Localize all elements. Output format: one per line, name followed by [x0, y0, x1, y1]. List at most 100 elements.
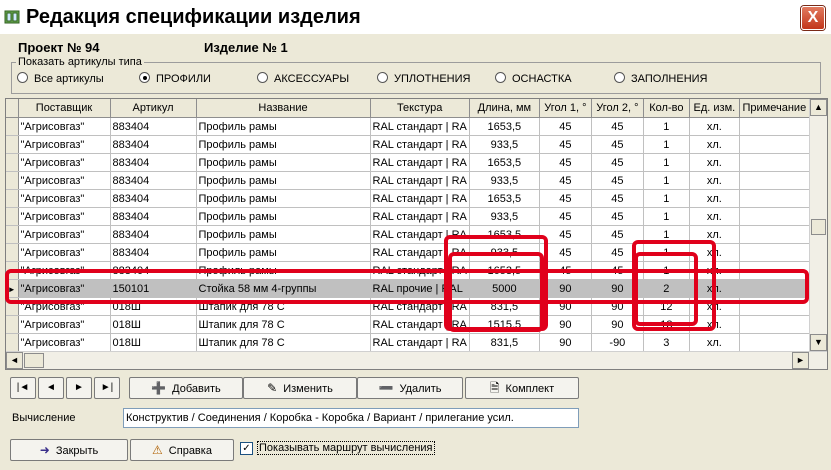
grid-cell[interactable] — [739, 207, 810, 226]
table-row[interactable]: "Агрисовгаз" 883404 Профиль рамы RAL станда… — [6, 153, 810, 172]
grid-cell[interactable]: RAL стандарт | RA — [370, 153, 470, 172]
grid-cell[interactable]: Профиль рамы — [196, 153, 371, 172]
horizontal-scrollbar[interactable]: ◄ ► — [6, 351, 827, 369]
col-header[interactable]: Кол-во — [643, 99, 690, 118]
grid-cell[interactable]: 883404 — [110, 207, 197, 226]
grid-cell[interactable]: 45 — [539, 189, 592, 208]
grid-cell[interactable]: 5000 — [469, 279, 540, 298]
grid-cell[interactable]: "Агрисовгаз" — [18, 333, 111, 352]
grid-cell[interactable]: 883404 — [110, 261, 197, 280]
row-indicator[interactable] — [6, 153, 19, 172]
grid-cell[interactable] — [739, 189, 810, 208]
grid-cell[interactable]: 1653,5 — [469, 261, 540, 280]
grid-cell[interactable]: 45 — [591, 243, 644, 262]
grid-cell[interactable] — [739, 243, 810, 262]
row-indicator[interactable] — [6, 333, 19, 352]
grid-cell[interactable]: RAL стандарт | RA — [370, 135, 470, 154]
table-row[interactable]: "Агрисовгаз" 018Ш Штапик для 78 С RAL станд… — [6, 297, 810, 316]
table-row[interactable]: "Агрисовгаз" 883404 Профиль рамы RAL станда… — [6, 189, 810, 208]
grid-cell[interactable]: "Агрисовгаз" — [18, 315, 111, 334]
grid-cell[interactable]: RAL стандарт | RA — [370, 315, 470, 334]
grid-cell[interactable]: Профиль рамы — [196, 207, 371, 226]
grid-cell[interactable]: Профиль рамы — [196, 243, 371, 262]
grid-cell[interactable]: "Агрисовгаз" — [18, 261, 111, 280]
grid-cell[interactable]: 883404 — [110, 243, 197, 262]
horizontal-scroll-thumb[interactable] — [24, 353, 44, 368]
grid-cell[interactable] — [739, 153, 810, 172]
grid-cell[interactable]: 45 — [591, 189, 644, 208]
row-indicator[interactable] — [6, 171, 19, 190]
grid-cell[interactable]: хл. — [689, 243, 740, 262]
first-record-button[interactable]: |◄ — [10, 377, 36, 399]
col-header[interactable]: Примечание — [739, 99, 810, 118]
grid-cell[interactable]: 12 — [643, 297, 690, 316]
grid-cell[interactable]: 1515,5 — [469, 315, 540, 334]
grid-cell[interactable]: хл. — [689, 333, 740, 352]
row-indicator[interactable] — [6, 297, 19, 316]
grid-cell[interactable]: 45 — [591, 135, 644, 154]
grid-cell[interactable]: 831,5 — [469, 333, 540, 352]
grid-cell[interactable]: 45 — [591, 153, 644, 172]
grid-cell[interactable]: "Агрисовгаз" — [18, 153, 111, 172]
grid-cell[interactable]: 90 — [539, 315, 592, 334]
grid-cell[interactable]: Стойка 58 мм 4-группы — [196, 279, 371, 298]
grid-cell[interactable]: 90 — [591, 279, 644, 298]
row-indicator[interactable] — [6, 243, 19, 262]
grid-cell[interactable]: 45 — [591, 171, 644, 190]
grid-cell[interactable] — [739, 117, 810, 136]
grid-cell[interactable]: RAL стандарт | RA — [370, 261, 470, 280]
grid-cell[interactable]: 45 — [539, 261, 592, 280]
grid-cell[interactable] — [739, 225, 810, 244]
grid-cell[interactable]: 1 — [643, 261, 690, 280]
grid-cell[interactable]: 018Ш — [110, 315, 197, 334]
grid-cell[interactable]: 150101 — [110, 279, 197, 298]
grid-cell[interactable]: 1 — [643, 153, 690, 172]
grid-cell[interactable]: "Агрисовгаз" — [18, 207, 111, 226]
grid-cell[interactable]: "Агрисовгаз" — [18, 225, 111, 244]
table-row[interactable]: "Агрисовгаз" 018Ш Штапик для 78 С RAL станд… — [6, 333, 810, 352]
grid-cell[interactable]: 18 — [643, 315, 690, 334]
grid-cell[interactable]: 1 — [643, 243, 690, 262]
grid-cell[interactable]: "Агрисовгаз" — [18, 117, 111, 136]
grid-cell[interactable]: RAL стандарт | RA — [370, 189, 470, 208]
table-row[interactable]: "Агрисовгаз" 883404 Профиль рамы RAL станда… — [6, 117, 810, 136]
col-header[interactable]: Угол 1, ° — [539, 99, 592, 118]
grid-cell[interactable]: 1 — [643, 207, 690, 226]
grid-cell[interactable]: 45 — [591, 261, 644, 280]
table-row[interactable]: "Агрисовгаз" 883404 Профиль рамы RAL станда… — [6, 207, 810, 226]
grid-cell[interactable]: 883404 — [110, 225, 197, 244]
grid-cell[interactable]: 1653,5 — [469, 117, 540, 136]
grid-cell[interactable]: 018Ш — [110, 297, 197, 316]
grid-cell[interactable]: 45 — [539, 171, 592, 190]
show-route-label[interactable]: Показывать маршрут вычисления — [257, 441, 435, 455]
edit-button[interactable]: ✎ Изменить — [243, 377, 357, 399]
grid-cell[interactable] — [739, 171, 810, 190]
grid-cell[interactable]: "Агрисовгаз" — [18, 279, 111, 298]
grid-cell[interactable]: 883404 — [110, 171, 197, 190]
grid-cell[interactable]: 45 — [539, 243, 592, 262]
radio-all-articles[interactable]: Все артикулы — [17, 72, 104, 85]
grid-cell[interactable]: 1 — [643, 171, 690, 190]
grid-cell[interactable]: Профиль рамы — [196, 261, 371, 280]
grid-cell[interactable]: хл. — [689, 189, 740, 208]
grid-cell[interactable]: 883404 — [110, 117, 197, 136]
grid-cell[interactable]: хл. — [689, 315, 740, 334]
table-row[interactable]: "Агрисовгаз" 883404 Профиль рамы RAL станда… — [6, 135, 810, 154]
spec-grid[interactable]: Поставщик Артикул Название Текстура Длин… — [5, 98, 828, 370]
grid-cell[interactable]: Штапик для 78 С — [196, 333, 371, 352]
radio-profiles[interactable]: ПРОФИЛИ — [139, 72, 211, 85]
grid-cell[interactable]: хл. — [689, 297, 740, 316]
grid-cell[interactable]: Профиль рамы — [196, 117, 371, 136]
grid-cell[interactable]: 45 — [539, 207, 592, 226]
row-indicator[interactable] — [6, 135, 19, 154]
grid-cell[interactable] — [739, 261, 810, 280]
scroll-right-icon[interactable]: ► — [792, 352, 809, 369]
grid-cell[interactable]: 1 — [643, 189, 690, 208]
grid-cell[interactable]: 883404 — [110, 189, 197, 208]
grid-cell[interactable]: 933,5 — [469, 243, 540, 262]
next-record-button[interactable]: ► — [66, 377, 92, 399]
row-indicator[interactable] — [6, 315, 19, 334]
calc-field[interactable]: Конструктив / Соединения / Коробка - Кор… — [123, 408, 579, 428]
grid-cell[interactable]: хл. — [689, 135, 740, 154]
grid-cell[interactable]: хл. — [689, 261, 740, 280]
